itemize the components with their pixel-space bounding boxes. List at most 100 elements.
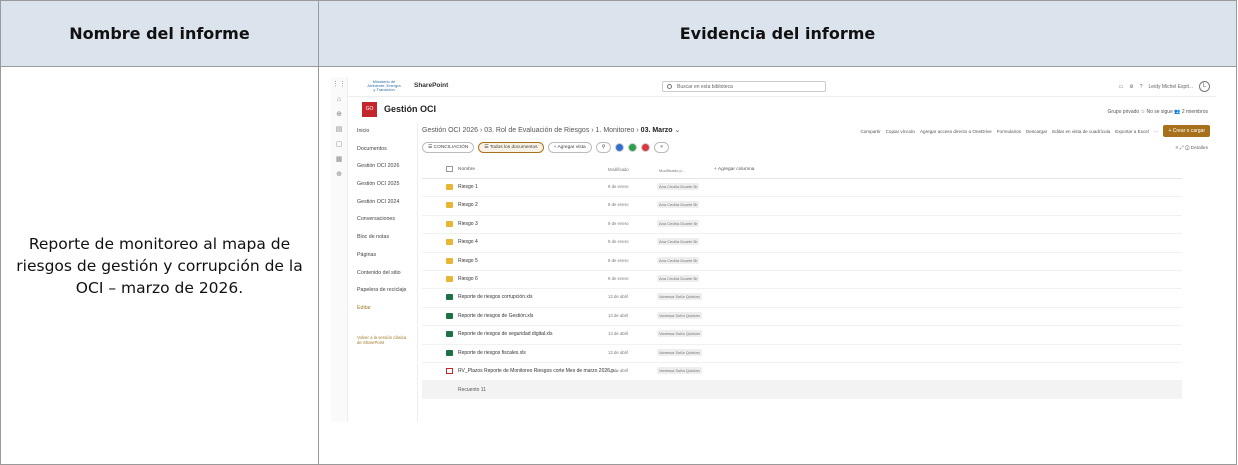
item-modified-by: Vanessa Sofía Quintan xyxy=(657,311,702,319)
nav-item-papelera[interactable]: Papelera de reciclaje xyxy=(348,282,417,300)
folder-icon xyxy=(446,184,453,190)
list-item[interactable]: Reporte de riesgos corrupción.xls 13 de a… xyxy=(422,289,1182,308)
add-view-button[interactable]: + Agregar vista xyxy=(547,142,592,153)
site-name[interactable]: Gestión OCI xyxy=(384,104,436,114)
item-modified-by: Ana Cecilia Duarte Br xyxy=(657,238,700,246)
site-meta[interactable]: Grupo privado ☆ No se sigue 👥 2 miembros xyxy=(1108,109,1208,115)
download-command[interactable]: Descargar xyxy=(1026,129,1047,134)
column-name[interactable]: Nombre xyxy=(458,167,475,172)
create-upload-button[interactable]: + Crear o cargar xyxy=(1163,125,1210,137)
item-modified-by: Ana Cecilia Duarte Br xyxy=(657,219,700,227)
home-icon[interactable]: ⌂ xyxy=(331,92,347,107)
document-list: Nombre Modificado Modificado p... + Agre… xyxy=(422,161,1182,400)
list-item[interactable]: Riesgo 1 9 de enero Ana Cecilia Duarte Br xyxy=(422,179,1182,198)
view-bar: ☰ CONCILIACIÓN ☰ Todos los documentos + … xyxy=(422,142,670,153)
app-name[interactable]: SharePoint xyxy=(414,82,448,89)
share-command[interactable]: Compartir xyxy=(860,129,880,134)
evidence-cell: ⋮⋮ ⌂ ⊕ ▤ ▢ ▦ ⊕ Ministerio de Ambiente, E… xyxy=(318,66,1237,465)
breadcrumb-path[interactable]: Gestión OCI 2026 › 03. Rol de Evaluación… xyxy=(422,127,641,134)
item-name[interactable]: Riesgo 1 xyxy=(458,184,478,190)
nav-item-conversaciones[interactable]: Conversaciones xyxy=(348,211,417,229)
view-conciliacion[interactable]: ☰ CONCILIACIÓN xyxy=(422,142,475,153)
search-placeholder: Buscar en esta biblioteca xyxy=(677,84,733,90)
item-modified: 9 de enero xyxy=(608,220,629,226)
filter-red-icon[interactable] xyxy=(641,143,651,152)
item-name[interactable]: Riesgo 3 xyxy=(458,221,478,227)
item-name[interactable]: RV_Plazos Reporte de Monitoreo Riesgos c… xyxy=(458,368,618,374)
item-count: Recuento 11 xyxy=(422,381,1182,400)
column-modified[interactable]: Modificado xyxy=(608,167,629,172)
command-bar: Compartir Copiar vínculo Agregar acceso … xyxy=(860,125,1210,137)
item-modified: 13 de abril xyxy=(608,294,629,300)
item-modified-by: Ana Cecilia Duarte Br xyxy=(657,183,700,190)
folder-icon xyxy=(446,220,453,227)
list-item[interactable]: Riesgo 2 9 de enero Ana Cecilia Duarte Br xyxy=(422,197,1182,216)
item-modified: 13 de abril xyxy=(608,312,629,318)
copy-link-command[interactable]: Copiar vínculo xyxy=(886,129,915,134)
back-to-classic-link[interactable]: Volver a la versión clásica de SharePoin… xyxy=(348,335,417,353)
nav-item-inicio[interactable]: Inicio xyxy=(348,123,417,141)
filter-blue-icon[interactable] xyxy=(615,143,625,152)
site-logo-tile: GO xyxy=(362,102,377,117)
item-modified: 9 de enero xyxy=(608,239,629,245)
nav-item-gestion-2026[interactable]: Gestión OCI 2026 xyxy=(348,158,417,176)
filter-icon[interactable]: ⚲ xyxy=(595,142,612,153)
item-name[interactable]: Riesgo 6 xyxy=(458,276,478,282)
nav-item-paginas[interactable]: Páginas xyxy=(348,247,417,265)
nav-item-editar[interactable]: Editar xyxy=(348,300,417,318)
settings-icon[interactable]: ⚙ xyxy=(1129,84,1133,90)
export-excel-command[interactable]: Exportar a Excel xyxy=(1115,129,1149,134)
list-item[interactable]: Riesgo 5 9 de enero Ana Cecilia Duarte Br xyxy=(422,253,1182,271)
help-icon[interactable]: ? xyxy=(1140,84,1143,90)
pdf-file-icon xyxy=(446,367,453,374)
app-launcher-icon[interactable]: ⋮⋮ xyxy=(331,77,347,92)
report-name-cell: Reporte de monitoreo al mapa de riesgos … xyxy=(0,66,319,465)
item-name[interactable]: Riesgo 2 xyxy=(458,202,478,208)
item-modified-by: Ana Cecilia Duarte Br xyxy=(657,274,700,282)
list-item[interactable]: Riesgo 6 9 de enero Ana Cecilia Duarte Br xyxy=(422,271,1182,290)
file-icon[interactable]: ▢ xyxy=(331,137,347,152)
sites-icon[interactable]: ▤ xyxy=(331,122,347,137)
details-pane-toggle[interactable]: ≡ ⤢ ⓘ Detalles xyxy=(1176,145,1208,151)
item-modified-by: Vanessa Sofía Quintan xyxy=(657,330,702,338)
list-header: Nombre Modificado Modificado p... + Agre… xyxy=(422,161,1182,179)
file-type-icon[interactable] xyxy=(446,166,453,172)
add-icon[interactable]: ⊕ xyxy=(331,167,347,182)
avatar[interactable]: L xyxy=(1199,81,1210,92)
nav-item-gestion-2025[interactable]: Gestión OCI 2025 xyxy=(348,176,417,194)
item-name[interactable]: Reporte de riesgos de Gestión.xls xyxy=(458,313,533,319)
list-item[interactable]: Riesgo 3 9 de enero Ana Cecilia Duarte Br xyxy=(422,216,1182,235)
nav-item-contenido[interactable]: Contenido del sitio xyxy=(348,265,417,283)
nav-item-documentos[interactable]: Documentos xyxy=(348,141,417,159)
filter-more-icon[interactable]: ≡ xyxy=(654,142,670,153)
folder-icon xyxy=(446,275,453,282)
globe-icon[interactable]: ⊕ xyxy=(331,107,347,122)
more-icon[interactable]: ··· xyxy=(1154,129,1159,134)
item-name[interactable]: Reporte de riesgos corrupción.xls xyxy=(458,294,532,300)
item-name[interactable]: Riesgo 5 xyxy=(458,258,478,264)
grid-edit-command[interactable]: Editar en vista de cuadrícula xyxy=(1052,129,1110,134)
user-name[interactable]: Leidy Michel Espit... xyxy=(1149,84,1193,90)
list-item[interactable]: Reporte de riesgos de Gestión.xls 13 de a… xyxy=(422,308,1182,327)
add-column-button[interactable]: + Agregar columna xyxy=(714,167,754,172)
list-item[interactable]: Reporte de riesgos fiscales.xls 13 de abr… xyxy=(422,345,1182,363)
search-input[interactable]: Buscar en esta biblioteca xyxy=(662,81,826,92)
item-name[interactable]: Reporte de riesgos fiscales.xls xyxy=(458,350,526,356)
list-item[interactable]: Riesgo 4 9 de enero Ana Cecilia Duarte Br xyxy=(422,234,1182,253)
onedrive-shortcut-command[interactable]: Agregar acceso directo a OneDrive xyxy=(920,129,992,134)
filter-green-icon[interactable] xyxy=(628,143,638,152)
item-name[interactable]: Riesgo 4 xyxy=(458,239,478,245)
breadcrumb-current[interactable]: 03. Marzo xyxy=(641,127,673,134)
nav-item-bloc-notas[interactable]: Bloc de notas xyxy=(348,229,417,247)
nav-item-gestion-2024[interactable]: Gestión OCI 2024 xyxy=(348,194,417,212)
news-icon[interactable]: ▦ xyxy=(331,152,347,167)
header-report-evidence: Evidencia del informe xyxy=(318,0,1237,67)
item-name[interactable]: Reporte de riesgos de seguridad digital.… xyxy=(458,331,553,337)
list-rows: Riesgo 19 de enero Ana Cecilia Duarte Br R… xyxy=(422,179,1182,382)
chat-icon[interactable]: ▭ xyxy=(1119,84,1124,90)
column-modified-by[interactable]: Modificado p... xyxy=(657,167,687,174)
list-item[interactable]: RV_Plazos Reporte de Monitoreo Riesgos c… xyxy=(422,363,1182,382)
forms-command[interactable]: Formularios xyxy=(997,129,1021,134)
list-item[interactable]: Reporte de riesgos de seguridad digital.… xyxy=(422,326,1182,345)
view-all-documents[interactable]: ☰ Todos los documentos xyxy=(478,142,544,153)
